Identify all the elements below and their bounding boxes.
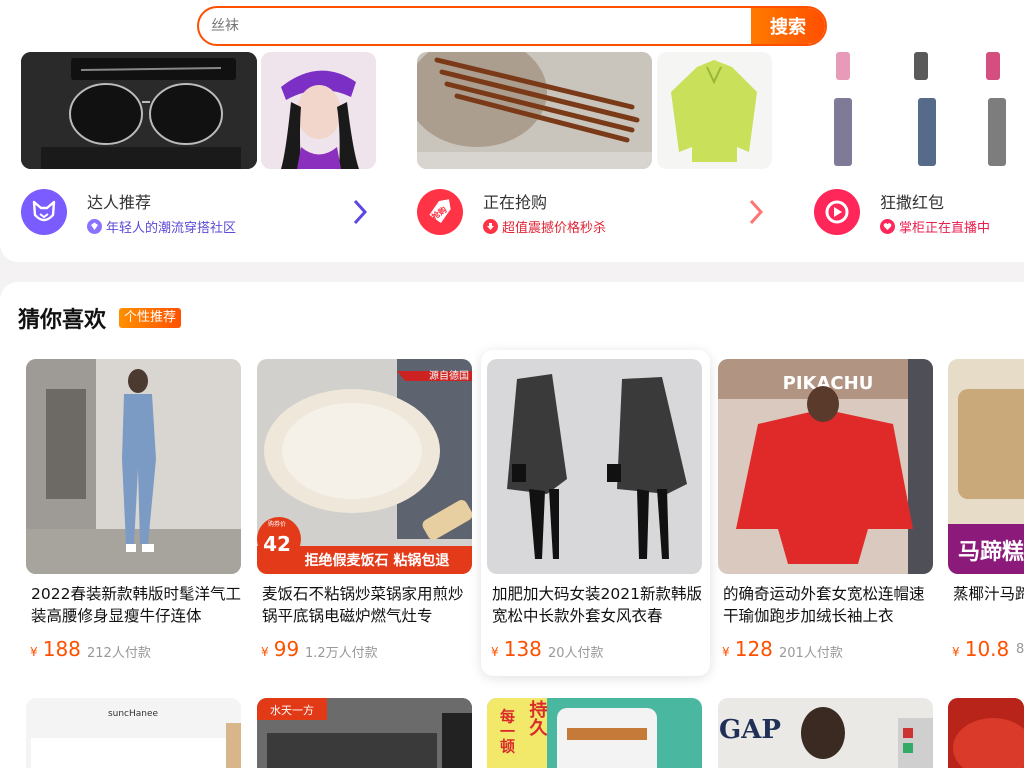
product-image[interactable]: suncHanee bbox=[26, 698, 241, 768]
product-title[interactable]: 2022春装新款韩版时髦洋气工装高腰修身显瘦牛仔连体 bbox=[31, 583, 243, 627]
product-title[interactable]: 加肥加大码女装2021新款韩版宽松中长款外套女风衣春 bbox=[492, 583, 704, 627]
model-headscarf-image[interactable] bbox=[261, 52, 376, 169]
product-image[interactable]: 每一顿 持久 bbox=[487, 698, 702, 768]
heart-icon bbox=[880, 219, 895, 234]
product-title[interactable]: 的确奇运动外套女宽松连帽速干瑜伽跑步加绒长袖上衣 bbox=[723, 583, 935, 627]
svg-text:持久: 持久 bbox=[527, 699, 548, 737]
svg-text:42: 42 bbox=[263, 532, 291, 556]
product-image[interactable]: 源自德国 拒绝假麦饭石 粘锅包退 购券价 42 bbox=[257, 359, 472, 574]
svg-text:拒绝假麦饭石 粘锅包退: 拒绝假麦饭石 粘锅包退 bbox=[305, 552, 450, 569]
watch-straps-image[interactable] bbox=[814, 52, 1024, 169]
channel-title: 狂撒红包 bbox=[880, 193, 945, 212]
product-card[interactable]: 2022春装新款韩版时髦洋气工装高腰修身显瘦牛仔连体 ¥ 188 212人付款 bbox=[20, 350, 249, 676]
currency-symbol: ¥ bbox=[952, 645, 960, 659]
channel-subtitle-text: 掌柜正在直播中 bbox=[899, 221, 991, 236]
live-play-icon bbox=[814, 189, 860, 235]
product-image[interactable]: PIKACHU bbox=[718, 359, 933, 574]
chopsticks-image[interactable] bbox=[417, 52, 652, 169]
channel-row[interactable]: 狂撒红包 掌柜正在直播中 bbox=[814, 186, 1024, 241]
svg-text:suncHanee: suncHanee bbox=[108, 709, 159, 719]
product-card[interactable]: 加肥加大码女装2021新款韩版宽松中长款外套女风衣春 ¥ 138 20人付款 bbox=[481, 350, 710, 676]
channel-title: 达人推荐 bbox=[87, 193, 152, 212]
svg-text:每一顿: 每一顿 bbox=[498, 708, 516, 755]
channel-subtitle: 年轻人的潮流穿搭社区 bbox=[87, 217, 236, 236]
currency-symbol: ¥ bbox=[261, 645, 269, 659]
flash-sale-tag-icon: 抢购 bbox=[417, 189, 463, 235]
product-image[interactable]: 马蹄糕 bbox=[948, 359, 1024, 574]
channel-subtitle-text: 超值震撼价格秒杀 bbox=[502, 221, 607, 236]
product-image[interactable] bbox=[487, 359, 702, 574]
channel-subtitle: 掌柜正在直播中 bbox=[880, 217, 990, 236]
channel-subtitle: 超值震撼价格秒杀 bbox=[483, 217, 606, 236]
product-price: ¥ 128 bbox=[722, 637, 773, 661]
recommend-title: 猜你喜欢 bbox=[18, 308, 107, 333]
svg-text:马蹄糕: 马蹄糕 bbox=[958, 539, 1024, 565]
search-button[interactable]: 搜索 bbox=[751, 8, 825, 44]
price-value: 188 bbox=[42, 637, 81, 661]
product-title[interactable]: 蒸椰汁马蹄糕模具耐热高 bbox=[953, 583, 1024, 627]
channel-title: 正在抢购 bbox=[483, 193, 548, 212]
sold-count: 20人付款 bbox=[548, 646, 604, 661]
product-price: ¥ 10.8 bbox=[952, 637, 1009, 661]
svg-text:源自德国: 源自德国 bbox=[429, 369, 469, 382]
product-image[interactable] bbox=[948, 698, 1024, 768]
price-value: 128 bbox=[734, 637, 773, 661]
product-price: ¥ 138 bbox=[491, 637, 542, 661]
channel-row[interactable]: 达人推荐 年轻人的潮流穿搭社区 bbox=[21, 186, 381, 241]
currency-symbol: ¥ bbox=[30, 645, 38, 659]
product-price: ¥ 188 bbox=[30, 637, 81, 661]
chevron-right-icon[interactable] bbox=[351, 198, 369, 233]
fox-icon bbox=[21, 189, 67, 235]
channel-row[interactable]: 抢购 正在抢购 超值震撼价格秒杀 bbox=[417, 186, 777, 241]
product-image[interactable] bbox=[26, 359, 241, 574]
product-card[interactable]: 马蹄糕 蒸椰汁马蹄糕模具耐热高 ¥ 10.8 8 bbox=[942, 350, 1024, 676]
product-card[interactable]: PIKACHU 的确奇运动外套女宽松连帽速干瑜伽跑步加绒长袖上衣 ¥ 128 2… bbox=[712, 350, 941, 676]
currency-symbol: ¥ bbox=[491, 645, 499, 659]
product-image[interactable]: GAP bbox=[718, 698, 933, 768]
price-value: 138 bbox=[503, 637, 542, 661]
svg-text:水天一方: 水天一方 bbox=[270, 703, 314, 717]
diamond-icon bbox=[87, 219, 102, 234]
down-arrow-icon bbox=[483, 219, 498, 234]
price-value: 10.8 bbox=[964, 637, 1010, 661]
currency-symbol: ¥ bbox=[722, 645, 730, 659]
price-value: 99 bbox=[273, 637, 300, 661]
recommend-badge: 个性推荐 bbox=[119, 308, 182, 328]
product-price: ¥ 99 bbox=[261, 637, 299, 661]
search-bar: 搜索 bbox=[197, 6, 827, 46]
sold-count: 212人付款 bbox=[87, 646, 151, 661]
product-image[interactable]: 水天一方 bbox=[257, 698, 472, 768]
sunglasses-image[interactable] bbox=[21, 52, 257, 169]
chevron-right-icon[interactable] bbox=[747, 198, 765, 233]
channel-red-packet[interactable]: 狂撒红包 掌柜正在直播中 bbox=[814, 0, 1024, 262]
search-input[interactable] bbox=[199, 8, 751, 44]
svg-text:购券价: 购券价 bbox=[268, 520, 286, 528]
product-title[interactable]: 麦饭石不粘锅炒菜锅家用煎炒锅平底锅电磁炉燃气灶专 bbox=[262, 583, 474, 627]
sold-count: 201人付款 bbox=[779, 646, 843, 661]
product-card[interactable]: 源自德国 拒绝假麦饭石 粘锅包退 购券价 42 麦饭石不粘锅炒菜锅家用煎炒锅平底… bbox=[251, 350, 480, 676]
sold-count: 8 bbox=[1016, 642, 1024, 657]
channel-subtitle-text: 年轻人的潮流穿搭社区 bbox=[106, 221, 237, 236]
sold-count: 1.2万人付款 bbox=[305, 646, 378, 661]
svg-text:GAP: GAP bbox=[719, 715, 781, 745]
green-blouse-image[interactable] bbox=[657, 52, 772, 169]
